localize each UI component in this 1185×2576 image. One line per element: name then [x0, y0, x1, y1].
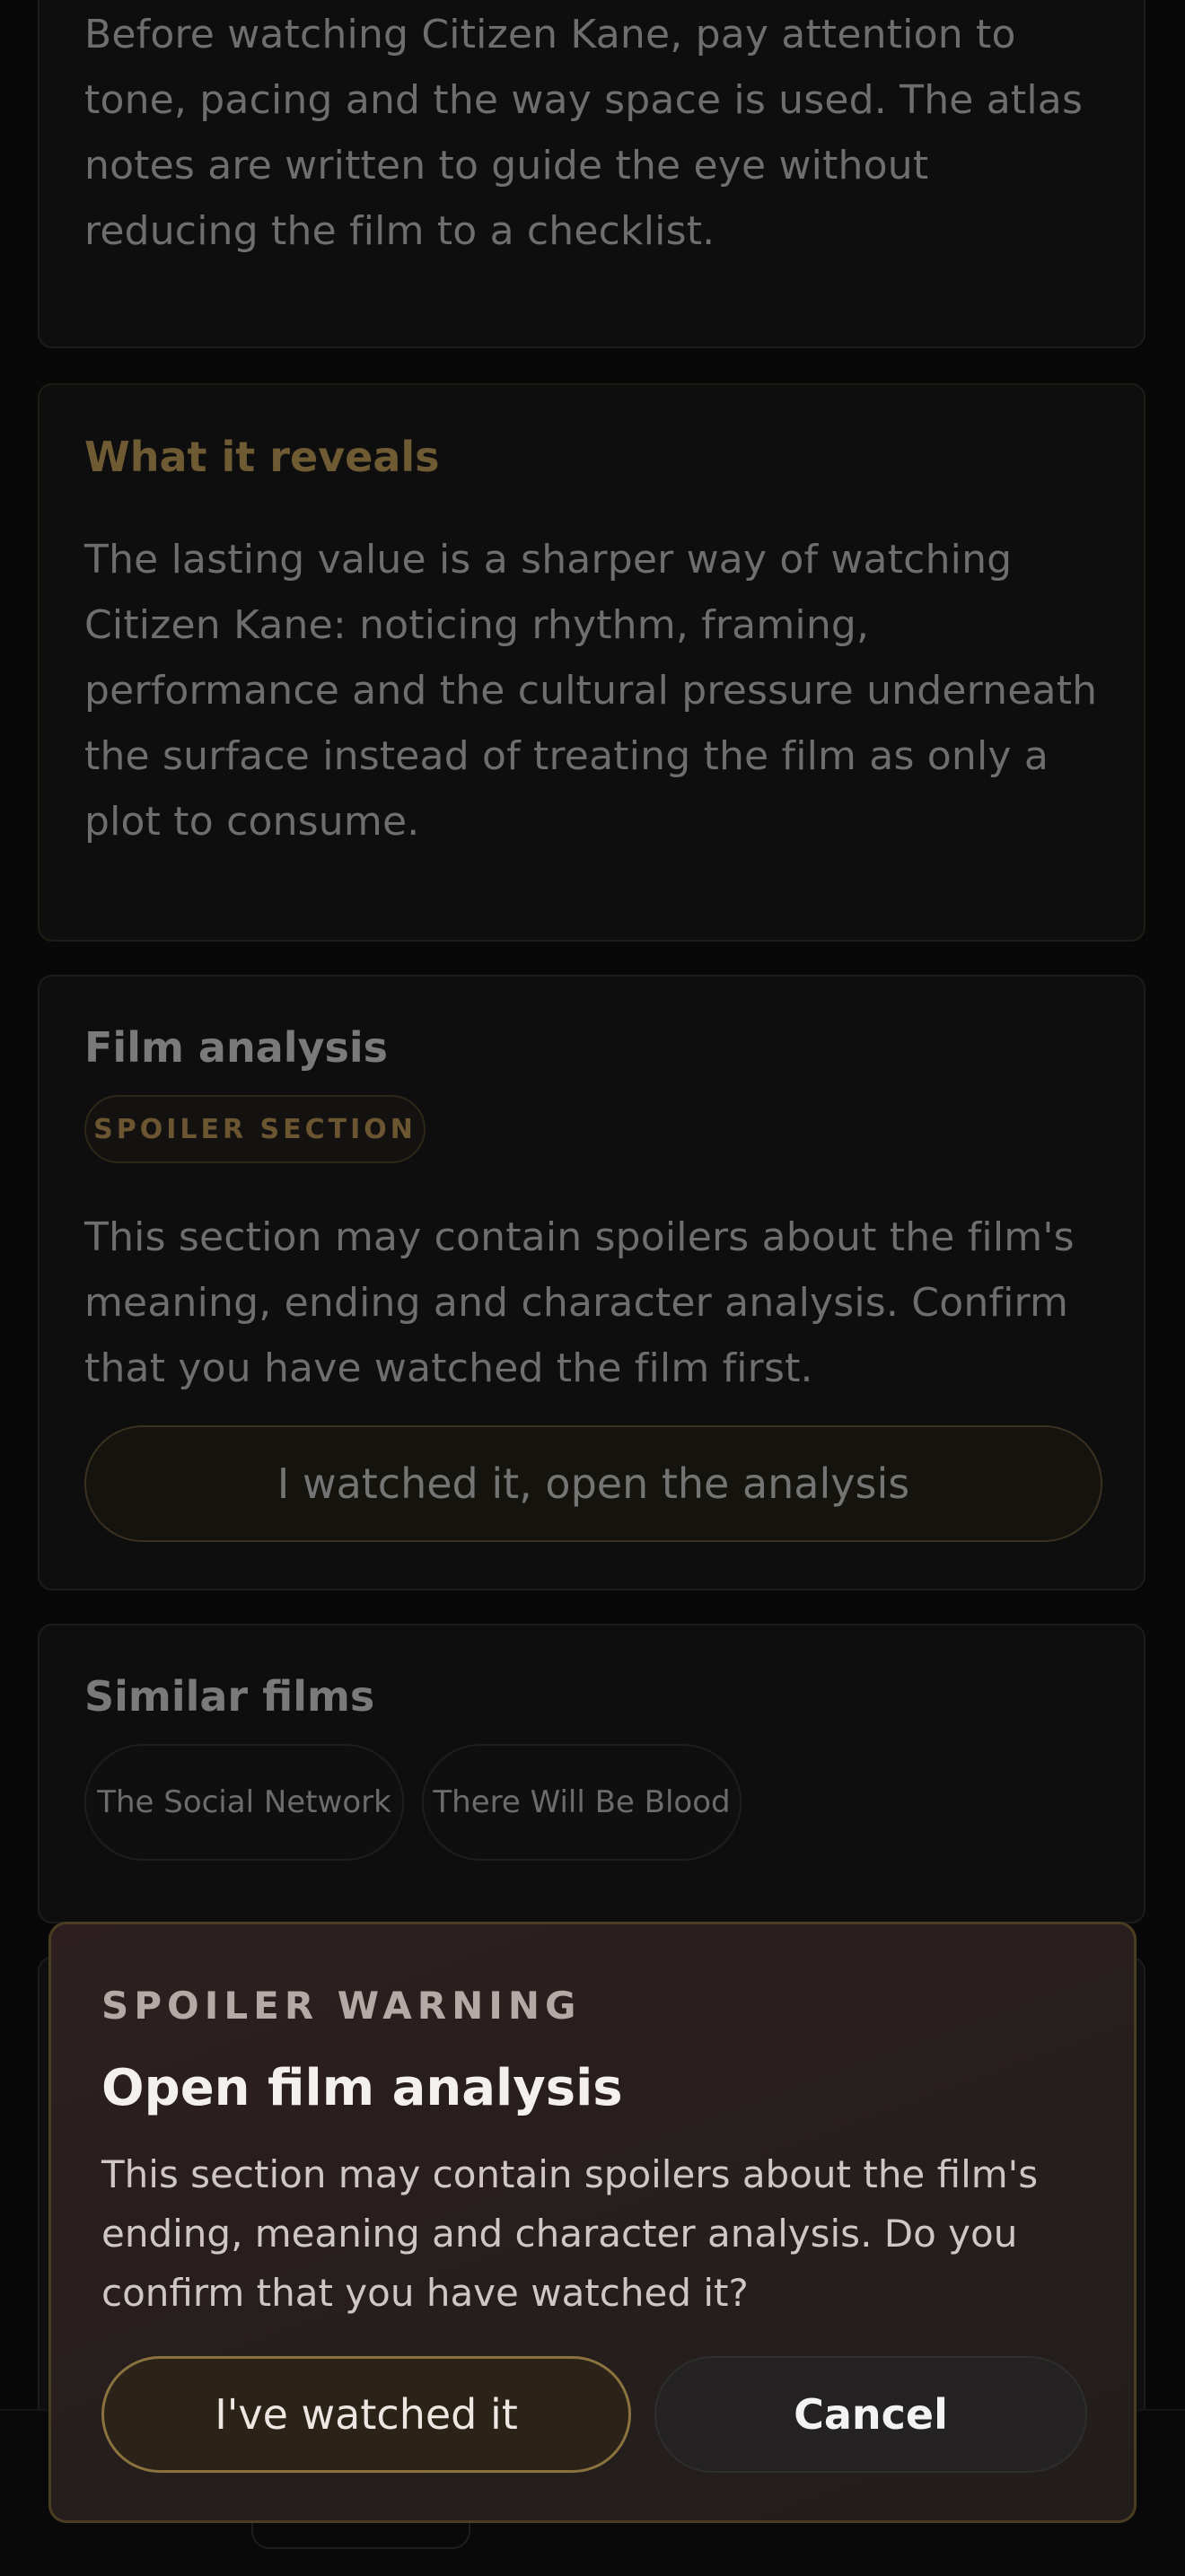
reveals-card: What it reveals The lasting value is a s…: [38, 383, 1146, 942]
reveals-title: What it reveals: [84, 433, 440, 481]
dialog-message: This section may contain spoilers about …: [101, 2152, 1039, 2315]
similar-film-chip[interactable]: The Social Network: [84, 1744, 404, 1861]
open-analysis-button[interactable]: I watched it, open the analysis: [84, 1425, 1102, 1542]
dialog-title: Open film analysis: [101, 2059, 623, 2117]
intro-text: Before watching Citizen Kane, pay attent…: [84, 12, 1084, 254]
cancel-button[interactable]: Cancel: [654, 2356, 1087, 2473]
similar-films-card: Similar films The Social Network There W…: [38, 1624, 1146, 1923]
dialog-eyebrow: SPOILER WARNING: [101, 1984, 582, 2028]
reveals-text: The lasting value is a sharper way of wa…: [84, 537, 1098, 845]
similar-films-title: Similar films: [84, 1672, 375, 1721]
intro-card: Before watching Citizen Kane, pay attent…: [38, 0, 1146, 348]
analysis-text: This section may contain spoilers about …: [84, 1214, 1075, 1391]
similar-film-chip[interactable]: There Will Be Blood: [422, 1744, 742, 1861]
spoiler-section-badge: SPOILER SECTION: [84, 1095, 426, 1163]
confirm-watched-button[interactable]: I've watched it: [101, 2356, 631, 2473]
analysis-card: Film analysis SPOILER SECTION This secti…: [38, 975, 1146, 1590]
analysis-title: Film analysis: [84, 1023, 389, 1072]
spoiler-warning-dialog: SPOILER WARNING Open film analysis This …: [48, 1922, 1137, 2523]
